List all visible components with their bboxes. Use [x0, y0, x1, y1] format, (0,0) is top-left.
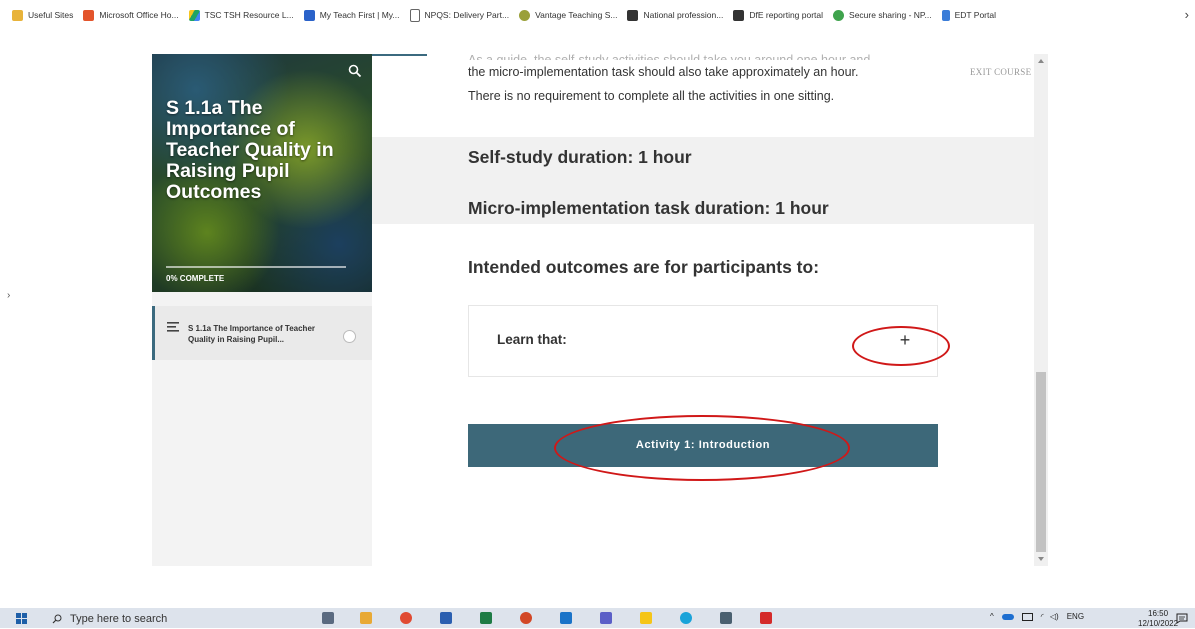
intro-line-1: the micro-implementation task should als… [468, 65, 859, 79]
bookmark-label: Microsoft Office Ho... [99, 10, 179, 20]
scrollbar[interactable] [1034, 54, 1048, 566]
collapse-handle-icon[interactable]: › [7, 290, 10, 301]
lesson-status-icon [343, 330, 356, 343]
bookmark-label: Vantage Teaching S... [535, 10, 618, 20]
calculator-icon[interactable] [720, 612, 732, 624]
clock-time: 16:50 [1148, 609, 1169, 618]
bookmark-my-teach-first[interactable]: My Teach First | My... [303, 9, 400, 21]
intro-line-faded: As a guide, the self-study activities sh… [468, 53, 871, 60]
folder-icon [12, 9, 23, 21]
bookmark-dfe-reporting[interactable]: DfE reporting portal [733, 9, 824, 21]
course-sidebar: S 1.1a The Importance of Teacher Quality… [152, 54, 372, 566]
intro-line-2: There is no requirement to complete all … [468, 89, 835, 103]
wifi-icon[interactable]: ◜ [1041, 612, 1044, 621]
language-indicator[interactable]: ENG [1067, 612, 1084, 621]
progress-text: 0% COMPLETE [166, 274, 225, 283]
divider [372, 54, 427, 56]
outlook-icon[interactable] [560, 612, 572, 624]
bookmark-secure-sharing[interactable]: Secure sharing - NP... [833, 9, 932, 21]
bookmark-edt-portal[interactable]: EDT Portal [941, 9, 996, 21]
teams-icon[interactable] [600, 612, 612, 624]
intro-paragraph: As a guide, the self-study activities sh… [468, 48, 938, 108]
accordion-title: Learn that: [497, 332, 567, 347]
bookmark-npqs-delivery[interactable]: NPQS: Delivery Part... [409, 8, 510, 22]
annotation-circle [554, 415, 850, 481]
dfe-icon [733, 9, 745, 21]
drive-icon [188, 9, 200, 21]
course-title: S 1.1a The Importance of Teacher Quality… [166, 97, 334, 203]
annotation-circle [852, 326, 950, 366]
search-placeholder: Type here to search [70, 612, 168, 625]
dfe-icon [627, 9, 639, 21]
bookmark-tsc-resource[interactable]: TSC TSH Resource L... [188, 9, 294, 21]
bookmark-label: Useful Sites [28, 10, 74, 20]
battery-icon[interactable] [1021, 612, 1033, 621]
lesson-item[interactable]: S 1.1a The Importance of Teacher Quality… [152, 306, 372, 360]
lesson-list-icon [167, 322, 179, 332]
edge-icon[interactable] [680, 612, 692, 624]
search-icon [52, 614, 62, 623]
scrollbar-thumb[interactable] [1036, 372, 1046, 552]
bookmark-national-profession[interactable]: National profession... [627, 9, 724, 21]
page-icon [409, 8, 420, 22]
teach-first-icon [303, 9, 315, 21]
sticky-notes-icon[interactable] [640, 612, 652, 624]
onedrive-icon[interactable] [1001, 613, 1014, 620]
bookmark-label: National profession... [643, 10, 724, 20]
scroll-up-icon[interactable] [1038, 59, 1044, 63]
search-icon[interactable] [348, 64, 362, 78]
chevron-up-icon[interactable]: ^ [990, 612, 994, 621]
course-hero-image: S 1.1a The Importance of Teacher Quality… [152, 54, 372, 292]
outcomes-heading: Intended outcomes are for participants t… [468, 257, 820, 277]
taskbar-clock[interactable]: 16:50 12/10/2022 [1138, 609, 1178, 629]
chrome-icon[interactable] [400, 612, 412, 624]
system-tray: ^ ◜ ◁) ENG [990, 612, 1084, 621]
bookmarks-bar: Useful Sites Microsoft Office Ho... TSC … [0, 0, 1195, 30]
file-explorer-icon[interactable] [360, 612, 372, 624]
vantage-icon [519, 9, 531, 21]
bookmark-label: My Teach First | My... [319, 10, 400, 20]
bookmark-useful-sites[interactable]: Useful Sites [12, 9, 74, 21]
lesson-content: As a guide, the self-study activities sh… [372, 53, 1034, 566]
bookmark-label: Secure sharing - NP... [849, 10, 932, 20]
office-icon [83, 9, 95, 21]
volume-icon[interactable]: ◁) [1050, 612, 1059, 621]
exit-course-link[interactable]: EXIT COURSE [970, 67, 1031, 77]
secure-share-icon [833, 9, 845, 21]
edt-icon [941, 9, 950, 21]
scroll-down-icon[interactable] [1038, 557, 1044, 561]
bookmark-microsoft-office[interactable]: Microsoft Office Ho... [83, 9, 179, 21]
word-icon[interactable] [440, 612, 452, 624]
bookmark-label: DfE reporting portal [749, 10, 824, 20]
acrobat-icon[interactable] [760, 612, 772, 624]
duration-section: Self-study duration: 1 hour Micro-implem… [372, 137, 1034, 224]
progress-bar [166, 266, 346, 268]
bookmark-vantage-teaching[interactable]: Vantage Teaching S... [519, 9, 618, 21]
notification-icon[interactable] [1176, 613, 1188, 624]
taskbar-search[interactable]: Type here to search [52, 611, 262, 626]
excel-icon[interactable] [480, 612, 492, 624]
chevron-right-icon[interactable]: › [1185, 7, 1189, 22]
bookmark-label: EDT Portal [954, 10, 996, 20]
lesson-label: S 1.1a The Importance of Teacher Quality… [188, 324, 316, 344]
bookmark-label: TSC TSH Resource L... [204, 10, 294, 20]
powerpoint-icon[interactable] [520, 612, 532, 624]
windows-start-icon[interactable] [16, 613, 27, 624]
micro-task-duration: Micro-implementation task duration: 1 ho… [468, 198, 829, 218]
task-view-icon[interactable] [322, 612, 334, 624]
self-study-duration: Self-study duration: 1 hour [468, 147, 692, 167]
bookmark-label: NPQS: Delivery Part... [424, 10, 510, 20]
windows-taskbar: Type here to search ^ ◜ ◁) ENG 16:50 12/… [0, 608, 1195, 628]
